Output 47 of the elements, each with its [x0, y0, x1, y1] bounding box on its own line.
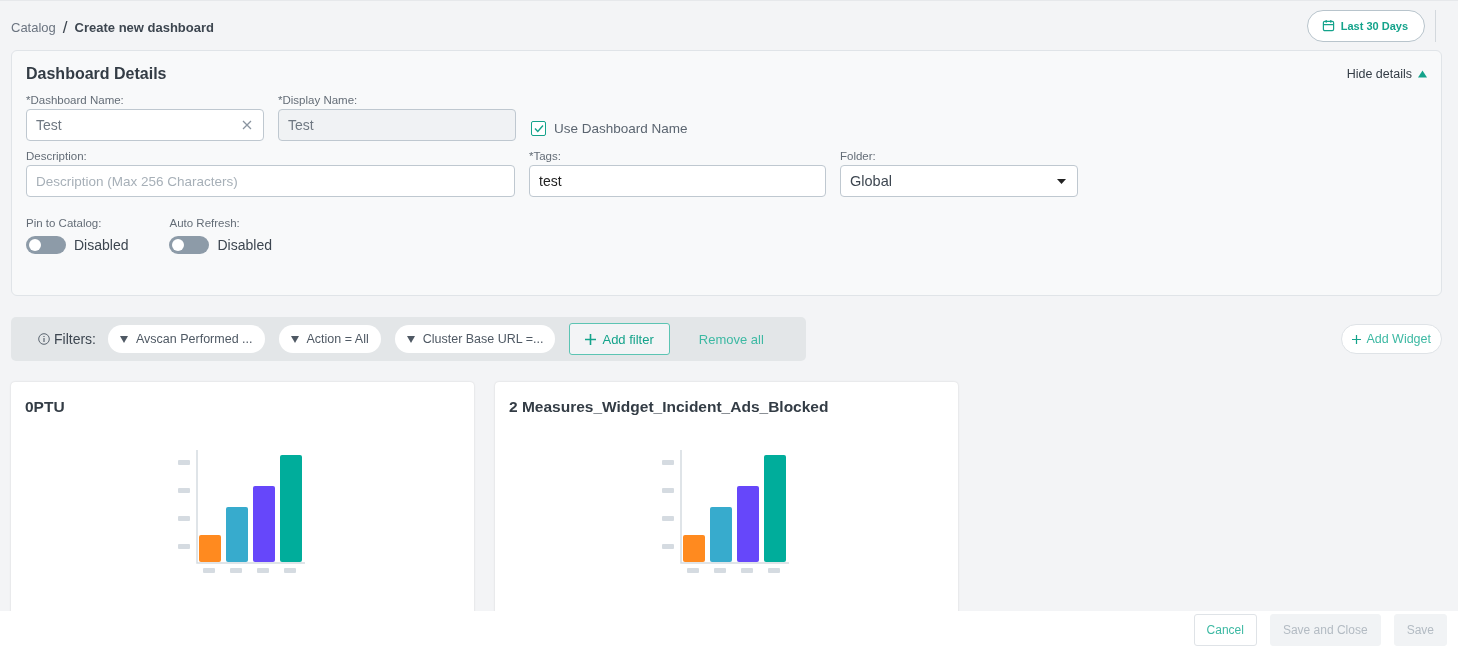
- chart-bar: [225, 507, 248, 562]
- widget-title: 0PTU: [25, 398, 66, 416]
- chart-bar: [709, 507, 732, 562]
- checkbox[interactable]: [531, 120, 546, 136]
- folder-dropdown[interactable]: Global: [840, 165, 1078, 197]
- switch-state: Disabled: [74, 237, 129, 253]
- hide-details-toggle[interactable]: Hide details: [1346, 67, 1427, 81]
- caret-icon: [1057, 178, 1066, 184]
- field-label: *Dashboard Name:: [26, 94, 125, 106]
- date-range-button[interactable]: Last 30 Days: [1306, 9, 1425, 42]
- panel-title: Dashboard Details: [26, 65, 167, 83]
- add-widget-button[interactable]: Add Widget: [1341, 324, 1442, 354]
- dashboard-name-field[interactable]: Test: [26, 109, 264, 141]
- switch-state: Disabled: [217, 237, 272, 253]
- footer-button[interactable]: Cancel: [1193, 614, 1257, 646]
- field-label: *Tags:: [529, 150, 562, 162]
- widget-title: 2 Measures_Widget_Incident_Ads_Blocked: [509, 398, 830, 416]
- breadcrumb-separator: /: [62, 17, 68, 38]
- filter-chip[interactable]: Avscan Performed ...: [108, 325, 265, 353]
- plus-icon: [1352, 334, 1362, 344]
- filter-chip[interactable]: Cluster Base URL =...: [394, 325, 556, 353]
- chart-bar: [198, 535, 221, 562]
- toggle-switch[interactable]: [26, 236, 66, 254]
- funnel-icon: [290, 335, 299, 343]
- field-label: Pin to Catalog:: [26, 217, 103, 229]
- tags-field[interactable]: test: [529, 165, 826, 197]
- funnel-icon: [406, 335, 415, 343]
- clear-icon[interactable]: [242, 120, 252, 130]
- check-icon: [533, 123, 544, 133]
- info-icon: [38, 333, 50, 345]
- toggle-switch[interactable]: [169, 236, 210, 254]
- filter-chip[interactable]: Action = All: [278, 325, 381, 353]
- triangle-icon: [1418, 70, 1427, 78]
- calendar-icon: [1321, 19, 1335, 32]
- plus-icon: [585, 333, 597, 345]
- chart-bar: [682, 535, 705, 562]
- field-label: Description:: [26, 150, 88, 162]
- use-dashboard-name-checkbox[interactable]: Use Dashboard Name: [531, 115, 688, 141]
- description-field[interactable]: Description (Max 256 Characters): [26, 165, 515, 197]
- breadcrumb-item[interactable]: Catalog: [11, 20, 56, 35]
- field-label: Folder:: [840, 150, 877, 162]
- breadcrumb-item: Create new dashboard: [74, 20, 214, 35]
- add-filter-button[interactable]: Add filter: [569, 323, 670, 355]
- field-label: Auto Refresh:: [169, 217, 241, 229]
- funnel-icon: [120, 335, 128, 343]
- field-label: *Display Name:: [278, 94, 359, 106]
- filters-label: Filters:: [54, 331, 96, 347]
